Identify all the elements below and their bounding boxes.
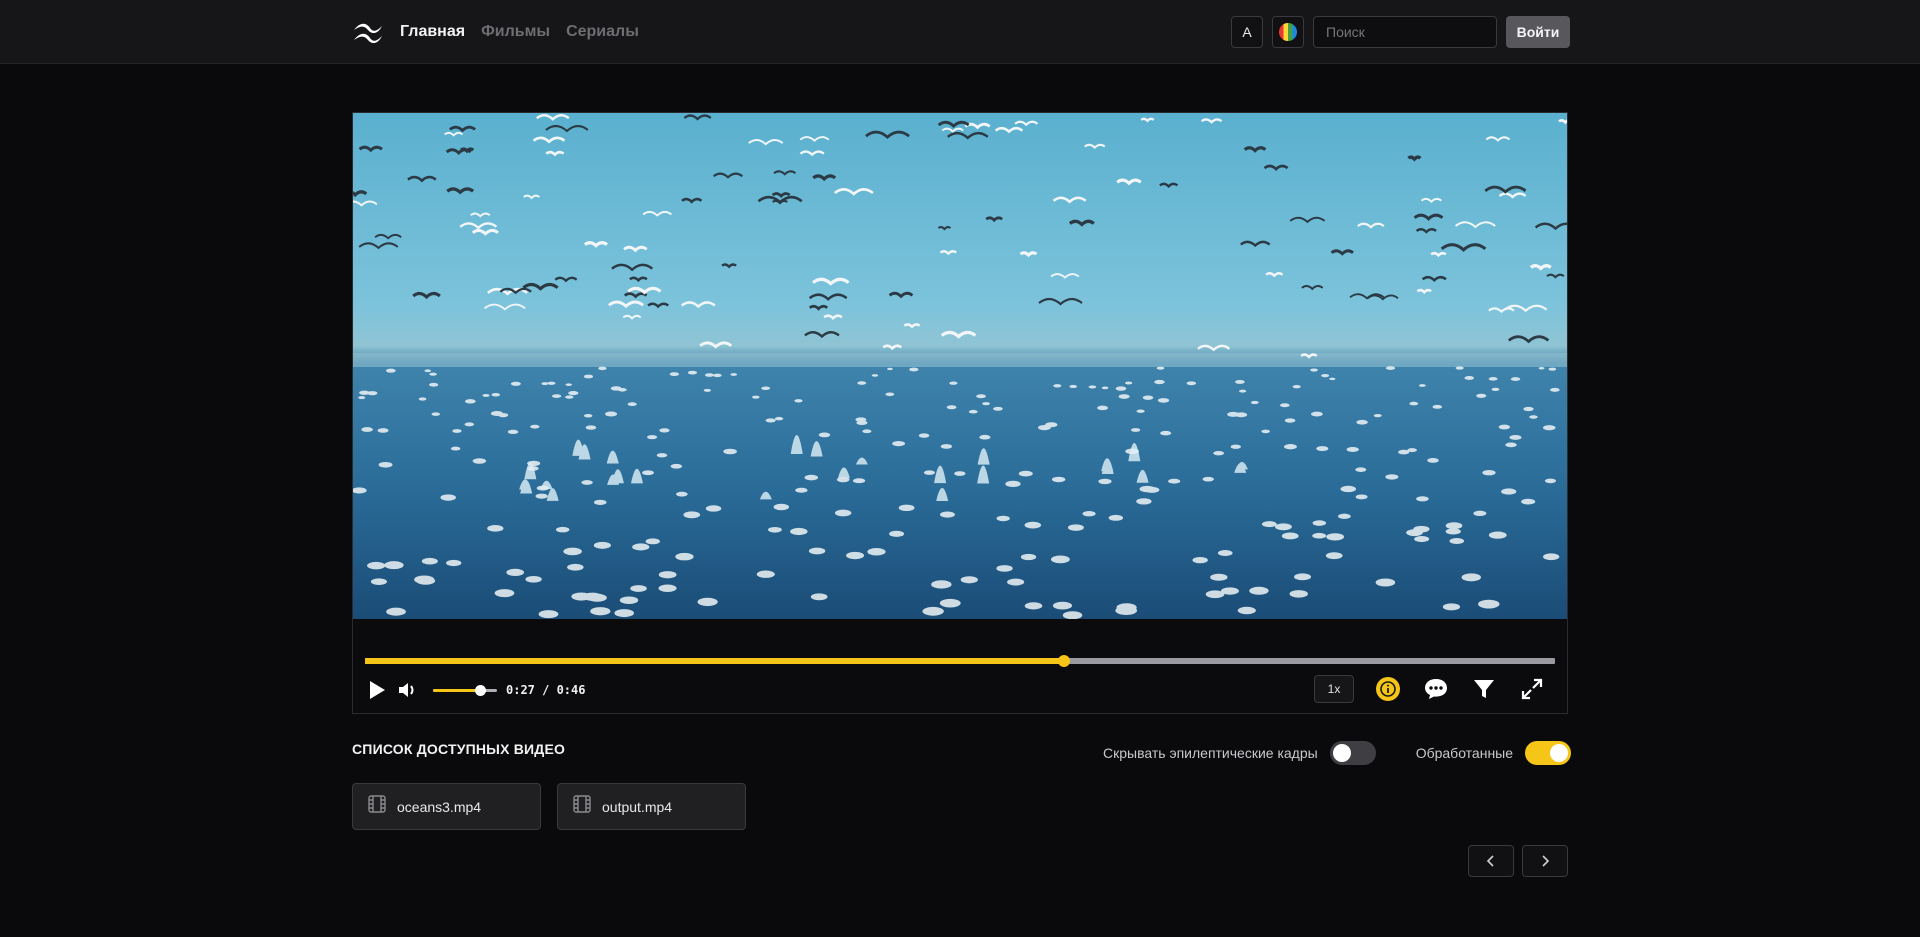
- seek-bar-handle[interactable]: [1057, 655, 1070, 667]
- nav-series[interactable]: Сериалы: [566, 23, 639, 41]
- video-list-title: СПИСОК ДОСТУПНЫХ ВИДЕО: [352, 741, 566, 757]
- top-header: Главная Фильмы Сериалы A Войти: [0, 0, 1920, 64]
- logo-icon[interactable]: [352, 20, 384, 44]
- login-button[interactable]: Войти: [1506, 16, 1570, 48]
- play-icon[interactable]: [367, 679, 387, 701]
- main-nav: Главная Фильмы Сериалы: [400, 0, 639, 64]
- player-controls-right: 1x: [1314, 675, 1546, 703]
- palette-icon: [1279, 23, 1297, 41]
- video-file-name: oceans3.mp4: [397, 798, 482, 815]
- video-file-name: output.mp4: [602, 798, 673, 815]
- font-size-button[interactable]: A: [1231, 16, 1263, 48]
- video-player: 0:27 / 0:46 1x: [352, 112, 1568, 714]
- filter-icon[interactable]: [1470, 675, 1498, 703]
- color-mode-button[interactable]: [1272, 16, 1304, 48]
- video-file-card[interactable]: output.mp4: [557, 783, 746, 830]
- chevron-right-icon: [1542, 855, 1550, 867]
- playback-speed-button[interactable]: 1x: [1314, 675, 1354, 703]
- seek-bar-fill: [365, 658, 1064, 664]
- search-input[interactable]: [1313, 16, 1497, 48]
- volume-icon[interactable]: [397, 679, 419, 701]
- nav-home[interactable]: Главная: [400, 23, 465, 41]
- subtitles-icon[interactable]: [1422, 675, 1450, 703]
- pagination: [1468, 845, 1568, 877]
- video-file-card[interactable]: oceans3.mp4: [352, 783, 541, 830]
- chevron-left-icon: [1486, 855, 1494, 867]
- processed-toggle[interactable]: [1525, 741, 1572, 765]
- hide-epileptic-label: Скрывать эпилептические кадры: [1103, 745, 1318, 761]
- volume-slider-handle[interactable]: [475, 684, 487, 696]
- hide-epileptic-toggle[interactable]: [1329, 741, 1376, 765]
- time-display: 0:27 / 0:46: [506, 683, 586, 697]
- fullscreen-icon[interactable]: [1518, 675, 1546, 703]
- info-icon[interactable]: [1374, 675, 1402, 703]
- volume-slider[interactable]: [433, 684, 497, 696]
- video-frame[interactable]: [353, 113, 1567, 619]
- film-icon: [367, 794, 387, 819]
- seek-bar[interactable]: [365, 655, 1555, 667]
- volume-slider-fill: [433, 688, 481, 692]
- film-icon: [572, 794, 592, 819]
- header-actions: A Войти: [1231, 16, 1570, 48]
- nav-movies[interactable]: Фильмы: [481, 23, 550, 41]
- next-page-button[interactable]: [1522, 845, 1568, 877]
- prev-page-button[interactable]: [1468, 845, 1514, 877]
- player-controls-left: 0:27 / 0:46: [367, 679, 585, 701]
- video-file-list: oceans3.mp4 output.mp4: [352, 783, 746, 830]
- toggle-knob: [1550, 744, 1569, 762]
- video-scene-image: [353, 114, 1567, 619]
- video-list-filters: Скрывать эпилептические кадры Обработанн…: [1103, 740, 1572, 766]
- toggle-knob: [1332, 744, 1351, 762]
- processed-label: Обработанные: [1415, 745, 1514, 761]
